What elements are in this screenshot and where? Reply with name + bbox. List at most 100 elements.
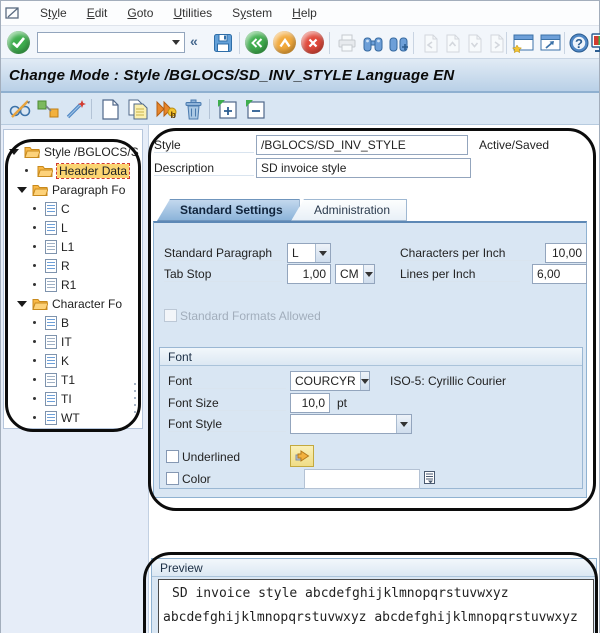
- first-page-button[interactable]: [418, 31, 442, 55]
- tree-node-label[interactable]: R1: [61, 278, 76, 292]
- tree-node-label[interactable]: WT: [61, 411, 80, 425]
- preview-group-title: Preview: [152, 559, 596, 577]
- chevron-down-icon[interactable]: [396, 415, 411, 433]
- tree-node-label[interactable]: TI: [61, 392, 72, 406]
- convert-style-button[interactable]: b: [153, 97, 178, 121]
- customize-layout-button[interactable]: [591, 31, 600, 55]
- tree-node-paragraph-l[interactable]: L: [4, 218, 142, 237]
- display-change-button[interactable]: [7, 97, 32, 121]
- tree-node-character-b[interactable]: B: [4, 313, 142, 332]
- tree-node-root[interactable]: Style /BGLOCS/S: [4, 142, 142, 161]
- toolbar-separator: [506, 32, 507, 54]
- tree-node-character-t1[interactable]: T1: [4, 370, 142, 389]
- create-shortcut-button[interactable]: [538, 31, 562, 55]
- new-session-button[interactable]: [511, 31, 535, 55]
- folder-icon: [32, 185, 48, 196]
- tree-node-label[interactable]: R: [61, 259, 70, 273]
- underlined-checkbox[interactable]: [166, 450, 179, 463]
- tab-administration[interactable]: Administration: [291, 199, 408, 221]
- command-input[interactable]: [38, 35, 168, 50]
- description-field[interactable]: SD invoice style: [256, 158, 471, 178]
- find-next-button[interactable]: [387, 31, 411, 55]
- tree-node-label[interactable]: T1: [61, 373, 75, 387]
- tree-node-label[interactable]: L1: [61, 240, 74, 254]
- underline-settings-button[interactable]: [290, 445, 314, 467]
- tree-node-label[interactable]: Style /BGLOCS/S: [44, 145, 139, 159]
- next-page-button[interactable]: [462, 31, 486, 55]
- font-size-field[interactable]: 10,0: [290, 393, 330, 413]
- standard-paragraph-dropdown[interactable]: L: [287, 243, 331, 263]
- tree-node-paragraph-c[interactable]: C: [4, 199, 142, 218]
- print-button[interactable]: [335, 31, 359, 55]
- tree-node-character-wt[interactable]: WT: [4, 408, 142, 427]
- color-field[interactable]: [304, 469, 420, 489]
- menu-help[interactable]: Help: [282, 3, 327, 23]
- tree-node-paragraph-formats[interactable]: Paragraph Fo: [4, 180, 142, 199]
- menu-style[interactable]: Style: [30, 3, 77, 23]
- find-button[interactable]: [361, 31, 385, 55]
- tree-node-label[interactable]: L: [61, 221, 68, 235]
- splitter-handle[interactable]: [134, 383, 138, 413]
- tab-stop-unit-dropdown[interactable]: CM: [335, 264, 375, 284]
- convert-letter: b: [170, 110, 177, 120]
- create-node-button[interactable]: [97, 97, 122, 121]
- tree-node-label[interactable]: K: [61, 354, 69, 368]
- bullet-icon: [33, 416, 36, 419]
- tree-node-paragraph-r[interactable]: R: [4, 256, 142, 275]
- tree-node-character-k[interactable]: K: [4, 351, 142, 370]
- tree-node-label[interactable]: C: [61, 202, 70, 216]
- tab-stop-field[interactable]: 1,00: [287, 264, 331, 284]
- tree-node-paragraph-r1[interactable]: R1: [4, 275, 142, 294]
- menu-edit[interactable]: Edit: [77, 3, 118, 23]
- enter-button[interactable]: [7, 31, 30, 54]
- menu-goto[interactable]: Goto: [117, 3, 163, 23]
- collapse-all-button[interactable]: [243, 97, 268, 121]
- tree-node-paragraph-l1[interactable]: L1: [4, 237, 142, 256]
- copy-node-button[interactable]: [125, 97, 150, 121]
- system-menu-icon[interactable]: [5, 6, 20, 20]
- previous-page-button[interactable]: [440, 31, 464, 55]
- tree-node-label[interactable]: B: [61, 316, 69, 330]
- font-dropdown[interactable]: COURCYR: [290, 371, 370, 391]
- collapse-arrow-icon[interactable]: [17, 300, 27, 307]
- last-page-button[interactable]: [484, 31, 508, 55]
- command-dropdown-button[interactable]: [168, 33, 184, 52]
- exit-button[interactable]: [273, 31, 296, 54]
- assign-style-button[interactable]: [35, 97, 60, 121]
- create-page-icon: [101, 98, 119, 120]
- tree-node-character-formats[interactable]: Character Fo: [4, 294, 142, 313]
- tree-node-label[interactable]: IT: [61, 335, 72, 349]
- menu-utilities[interactable]: Utilities: [163, 3, 222, 23]
- color-checkbox[interactable]: [166, 472, 179, 485]
- standard-formats-checkbox[interactable]: [164, 309, 177, 322]
- tree-node-label-selected[interactable]: Header Data: [55, 162, 131, 179]
- back-button[interactable]: [245, 31, 268, 54]
- value-list-icon[interactable]: [424, 471, 435, 484]
- tree-node-character-it[interactable]: IT: [4, 332, 142, 351]
- chars-per-inch-field[interactable]: 10,00: [545, 243, 587, 263]
- expand-all-button[interactable]: [215, 97, 240, 121]
- bullet-icon: [25, 169, 28, 172]
- font-style-dropdown[interactable]: [290, 414, 412, 434]
- collapse-arrow-icon[interactable]: [9, 148, 19, 155]
- tab-standard-settings[interactable]: Standard Settings: [157, 199, 300, 221]
- collapse-arrow-icon[interactable]: [17, 186, 27, 193]
- style-field[interactable]: /BGLOCS/SD_INV_STYLE: [256, 135, 468, 155]
- activate-button[interactable]: [63, 97, 88, 121]
- chevron-down-icon[interactable]: [359, 372, 369, 390]
- tree-node-label[interactable]: Paragraph Fo: [52, 183, 125, 197]
- lines-per-inch-field[interactable]: 6,00: [532, 264, 587, 284]
- menu-system[interactable]: System: [222, 3, 282, 23]
- chevron-down-icon[interactable]: [362, 265, 374, 283]
- tree-node-label[interactable]: Character Fo: [52, 297, 122, 311]
- delete-button[interactable]: [181, 97, 206, 121]
- save-button[interactable]: [211, 31, 235, 55]
- hide-command-field-button[interactable]: «: [190, 33, 198, 49]
- command-field[interactable]: [37, 32, 185, 53]
- cancel-button[interactable]: [301, 31, 324, 54]
- help-button[interactable]: ?: [567, 31, 591, 55]
- chevron-down-icon[interactable]: [315, 244, 330, 262]
- tree-node-header-data[interactable]: Header Data: [4, 161, 142, 180]
- application-toolbar: b: [1, 93, 599, 125]
- tree-node-character-ti[interactable]: TI: [4, 389, 142, 408]
